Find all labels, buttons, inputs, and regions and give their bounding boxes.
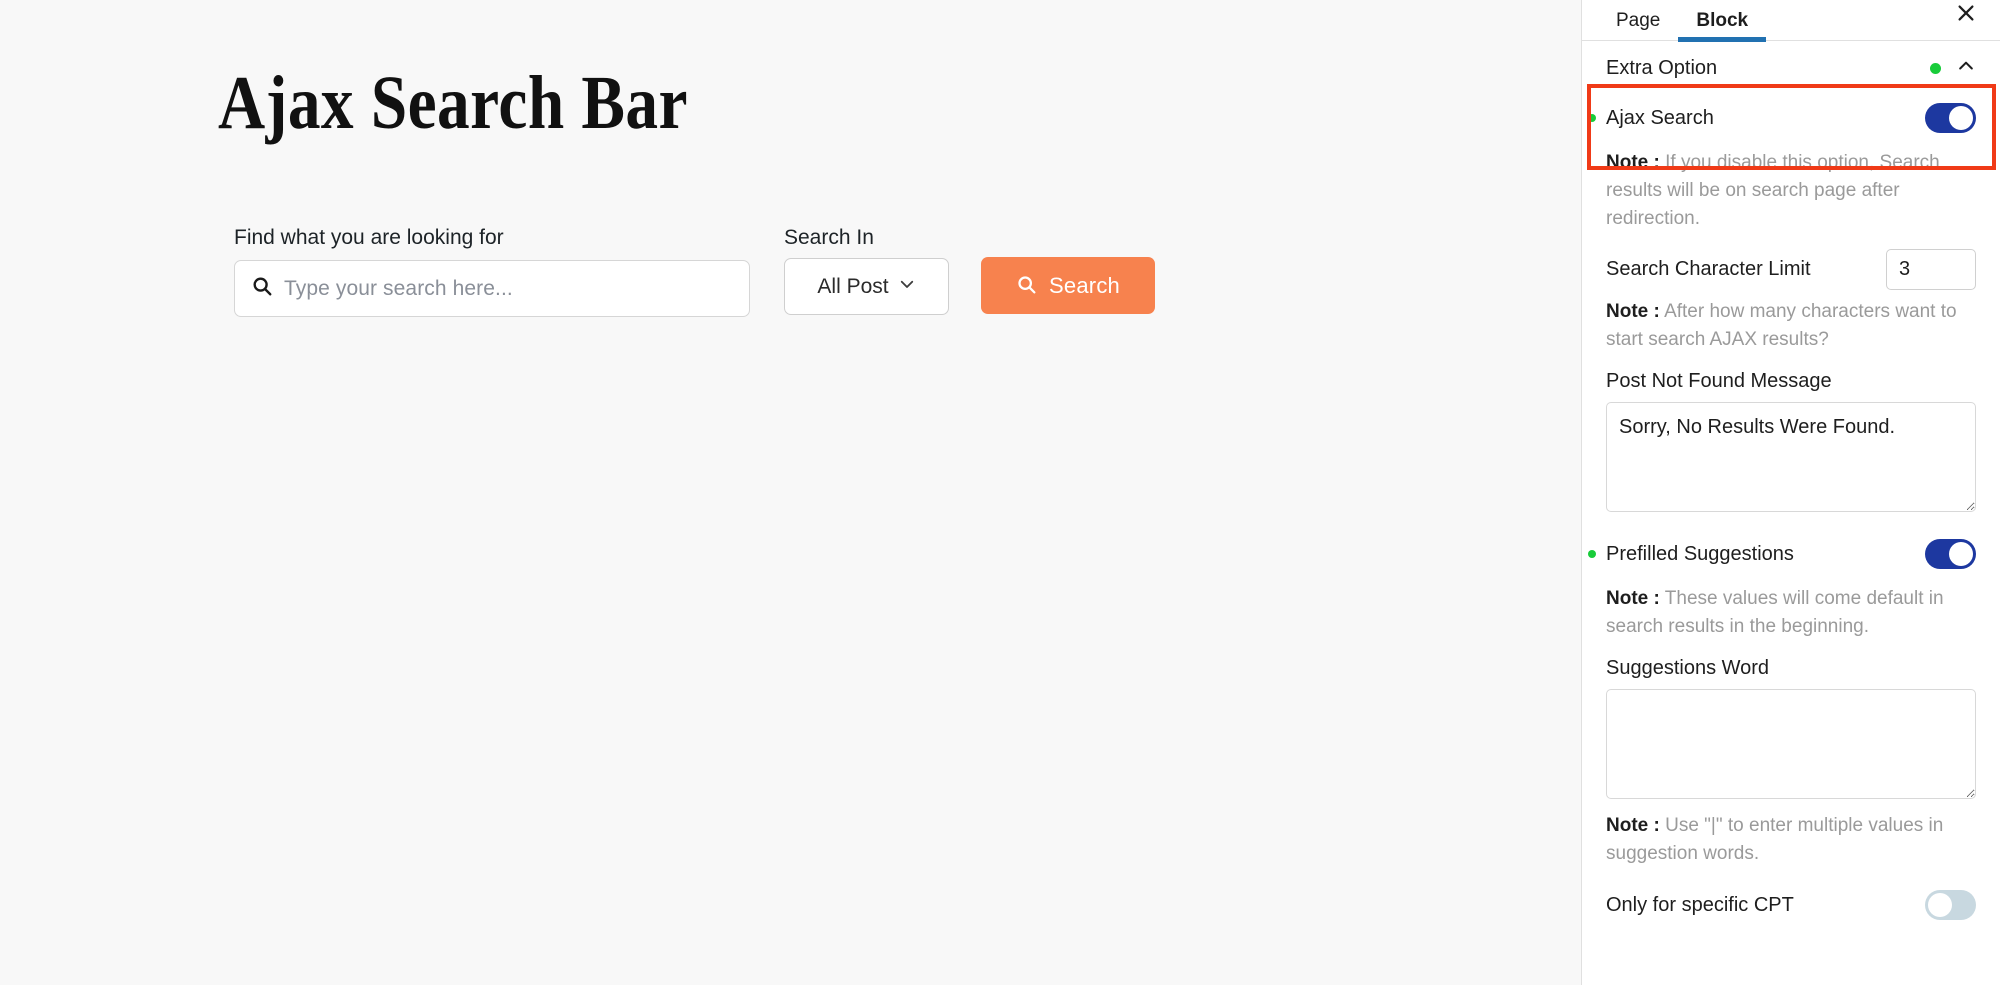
toggle-knob [1949, 542, 1973, 566]
toggle-knob [1949, 106, 1973, 130]
ajax-search-label: Ajax Search [1606, 107, 1714, 129]
suggestions-word-label: Suggestions Word [1606, 657, 1770, 679]
search-input[interactable]: Type your search here... [284, 278, 513, 299]
setting-search-character-limit: Search Character Limit [1606, 249, 1976, 290]
setting-ajax-search: Ajax Search [1588, 95, 1976, 141]
close-icon [1955, 2, 1977, 27]
tab-page[interactable]: Page [1598, 0, 1678, 41]
note-prefix: Note : [1606, 152, 1660, 173]
search-icon [251, 275, 273, 302]
post-type-select-value: All Post [817, 275, 889, 298]
search-character-limit-note: Note : After how many characters want to… [1606, 298, 1976, 354]
search-character-limit-input[interactable] [1886, 249, 1976, 290]
section-title: Extra Option [1606, 57, 1718, 79]
prefilled-suggestions-label: Prefilled Suggestions [1606, 543, 1794, 565]
note-prefix: Note : [1606, 301, 1660, 322]
only-for-specific-cpt-toggle[interactable] [1925, 890, 1976, 920]
chevron-down-icon [898, 275, 916, 298]
search-field-label: Find what you are looking for [234, 226, 504, 249]
search-in-group: Search In All Post [784, 225, 949, 315]
only-for-specific-cpt-label: Only for specific CPT [1606, 894, 1794, 916]
setting-only-for-specific-cpt: Only for specific CPT [1606, 882, 1976, 928]
post-not-found-message-label: Post Not Found Message [1606, 370, 1832, 392]
ajax-search-widget: Find what you are looking for Type your … [234, 225, 1155, 317]
search-in-label: Search In [784, 226, 874, 249]
note-prefix: Note : [1606, 815, 1660, 836]
panel-body: Extra Option Ajax Search Note : If you d… [1582, 41, 2000, 928]
post-type-select[interactable]: All Post [784, 258, 949, 315]
close-panel-button[interactable] [1944, 0, 1988, 34]
post-not-found-message-textarea[interactable] [1606, 402, 1976, 512]
status-dot-icon [1930, 62, 1941, 74]
note-prefix: Note : [1606, 588, 1660, 609]
ajax-search-note: Note : If you disable this option, Searc… [1606, 149, 1976, 233]
prefilled-suggestions-toggle[interactable] [1925, 539, 1976, 569]
tab-block[interactable]: Block [1678, 0, 1766, 42]
search-icon [1016, 274, 1037, 298]
search-field-group: Find what you are looking for Type your … [234, 225, 750, 317]
search-button-label: Search [1049, 272, 1120, 298]
chevron-up-icon[interactable] [1956, 56, 1976, 81]
ajax-search-toggle[interactable] [1925, 103, 1976, 133]
page-title: Ajax Search Bar [218, 61, 688, 145]
changed-indicator-icon [1588, 114, 1596, 122]
editor-canvas: Ajax Search Bar Find what you are lookin… [0, 0, 1581, 985]
changed-indicator-icon [1588, 550, 1596, 558]
toggle-knob [1928, 893, 1952, 917]
suggestions-word-note: Note : Use "|" to enter multiple values … [1606, 812, 1976, 868]
section-header-extra-option[interactable]: Extra Option [1606, 41, 1976, 95]
search-character-limit-label: Search Character Limit [1606, 258, 1811, 280]
block-settings-panel: Page Block Extra Option Ajax Search Note… [1581, 0, 2000, 985]
setting-prefilled-suggestions: Prefilled Suggestions [1588, 531, 1976, 577]
search-button[interactable]: Search [981, 257, 1155, 314]
suggestions-word-textarea[interactable] [1606, 689, 1976, 799]
search-input-wrapper[interactable]: Type your search here... [234, 260, 750, 317]
panel-tabs: Page Block [1582, 0, 2000, 42]
prefilled-suggestions-note: Note : These values will come default in… [1606, 585, 1976, 641]
